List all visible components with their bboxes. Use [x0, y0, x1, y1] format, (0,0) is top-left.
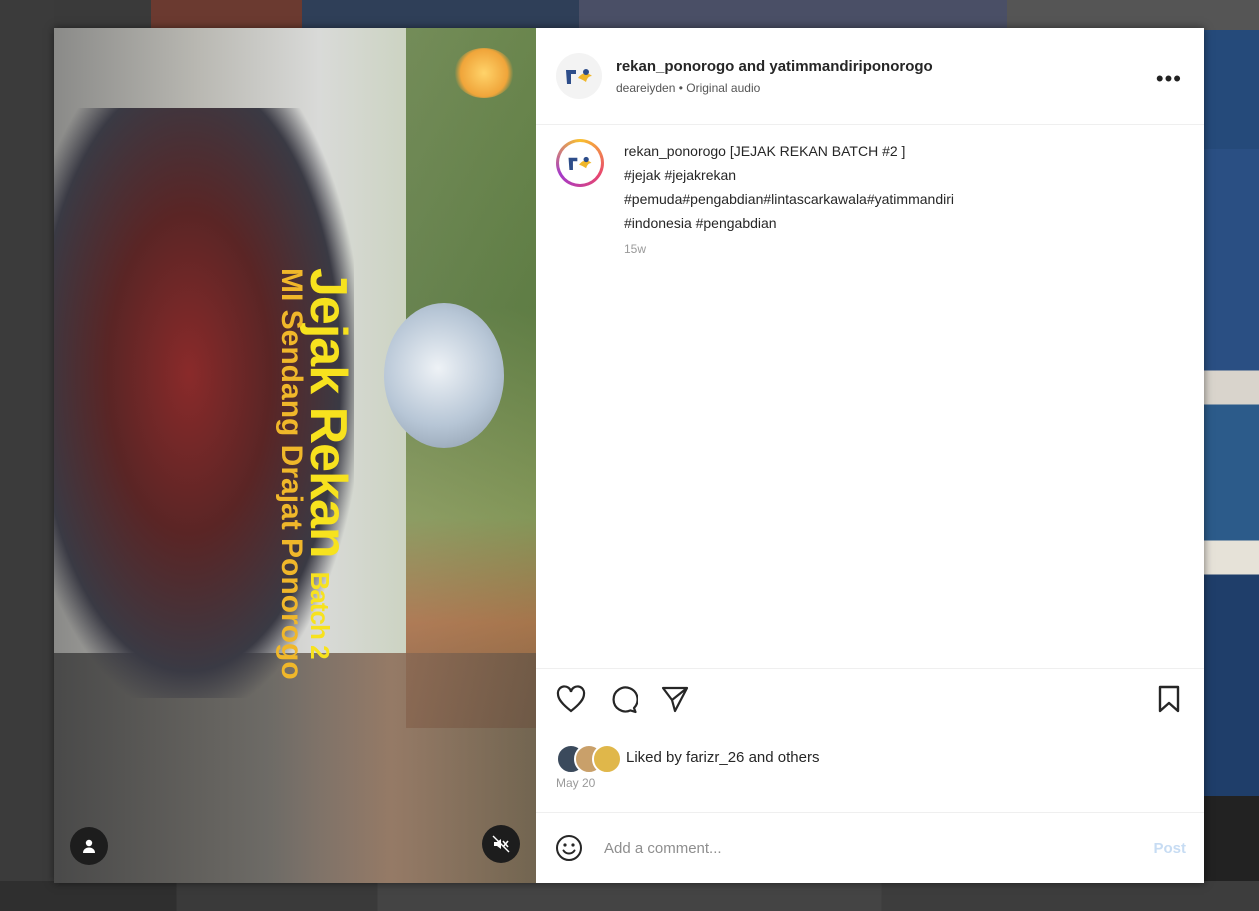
overlay-batch-text: Batch 2 — [305, 571, 335, 659]
audio-subtitle[interactable]: deareiyden • Original audio — [616, 81, 933, 95]
like-button[interactable] — [554, 682, 588, 716]
media-sun — [454, 48, 514, 98]
background-right-column — [1203, 30, 1259, 881]
bookmark-icon — [1158, 685, 1180, 713]
comment-input[interactable] — [602, 838, 1154, 858]
post-date: May 20 — [556, 776, 596, 790]
action-bar — [536, 668, 1204, 729]
smiley-icon[interactable] — [554, 833, 584, 863]
send-icon — [661, 686, 689, 713]
caption-line-1: [JEJAK REKAN BATCH #2 ] — [729, 143, 906, 159]
post-author-title[interactable]: rekan_ponorogo and yatimmandiriponorogo — [616, 58, 933, 75]
caption-time: 15w — [624, 242, 647, 256]
tagged-users-button[interactable] — [70, 827, 108, 865]
post-modal: Jejak RekanBatch 2 MI Sendang Drajat Pon… — [54, 28, 1204, 883]
share-button[interactable] — [658, 682, 692, 716]
post-header: rekan_ponorogo and yatimmandiriponorogo … — [536, 28, 1204, 125]
background-left-edge — [0, 0, 54, 911]
caption-username[interactable]: rekan_ponorogo — [624, 143, 726, 159]
more-options-button[interactable]: ••• — [1156, 66, 1182, 92]
likes-summary[interactable]: Liked by farizr_26 and others — [556, 744, 819, 774]
comment-icon — [612, 686, 638, 714]
heart-icon — [556, 685, 586, 713]
background-top-strip — [0, 0, 1259, 30]
caption-line-3[interactable]: #pemuda#pengabdian#lintascarkawala#yatim… — [624, 187, 954, 211]
liker-avatar — [592, 744, 622, 774]
post-caption: rekan_ponorogo [JEJAK REKAN BATCH #2 ] #… — [536, 125, 1204, 669]
avatar[interactable] — [556, 53, 602, 99]
caption-avatar[interactable] — [556, 139, 604, 187]
rekan-logo-icon — [566, 69, 592, 84]
caption-line-2[interactable]: #jejak #jejakrekan — [624, 163, 954, 187]
post-comment-button[interactable]: Post — [1153, 840, 1186, 857]
post-side-panel: rekan_ponorogo and yatimmandiriponorogo … — [536, 28, 1204, 883]
likes-text[interactable]: Liked by farizr_26 and others — [626, 749, 819, 766]
caption-line-4[interactable]: #indonesia #pengabdian — [624, 211, 954, 235]
mute-button[interactable] — [482, 825, 520, 863]
muted-speaker-icon — [492, 835, 510, 853]
media-overlay-location: MI Sendang Drajat Ponorogo — [275, 268, 308, 680]
background-bottom-strip — [0, 881, 1259, 911]
comment-button[interactable] — [606, 682, 640, 716]
post-media[interactable]: Jejak RekanBatch 2 MI Sendang Drajat Pon… — [54, 28, 536, 883]
media-helmet — [384, 303, 504, 448]
liker-avatars — [556, 744, 622, 774]
save-button[interactable] — [1152, 682, 1186, 716]
comment-box: Post — [536, 812, 1204, 883]
rekan-logo-icon — [568, 156, 592, 171]
user-icon — [83, 839, 95, 853]
